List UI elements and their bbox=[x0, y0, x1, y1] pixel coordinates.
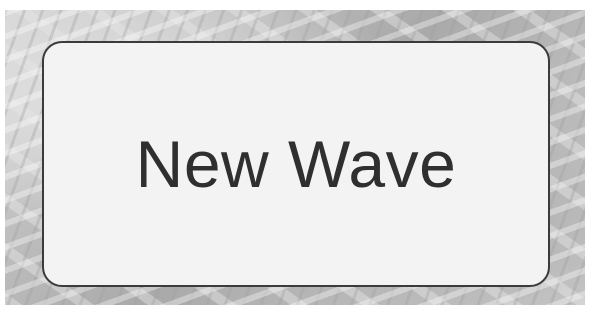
new-wave-label: New Wave bbox=[135, 127, 457, 201]
marble-background: New Wave bbox=[5, 10, 585, 305]
new-wave-button[interactable]: New Wave bbox=[42, 41, 550, 287]
